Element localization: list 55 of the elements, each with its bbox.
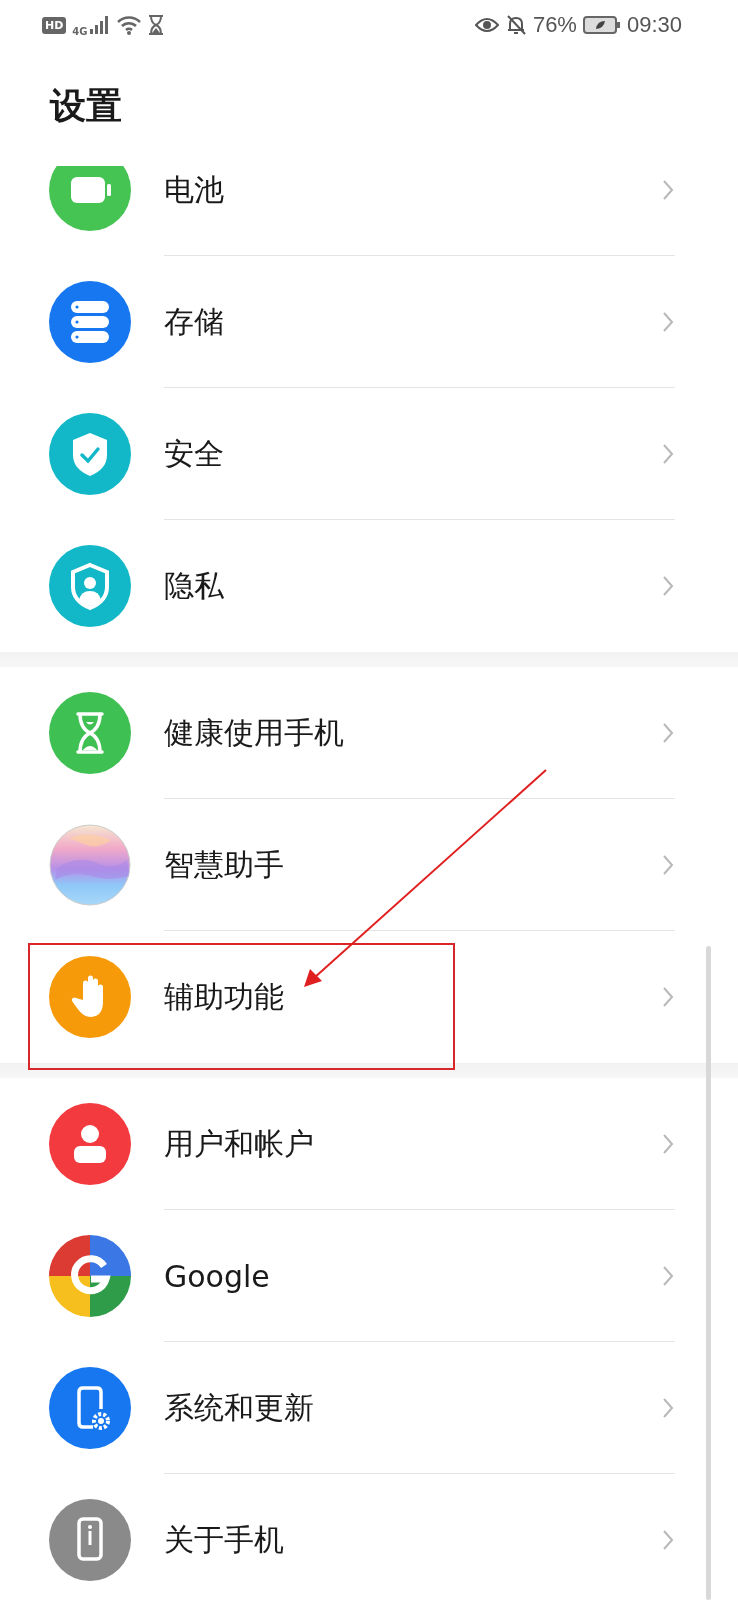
settings-item[interactable]: 智慧助手 (0, 799, 738, 931)
chevron-right-icon (662, 722, 674, 744)
battery-icon (49, 166, 131, 231)
bell-off-icon (504, 14, 527, 36)
settings-item[interactable]: 辅助功能 (0, 931, 738, 1063)
item-label: 隐私 (164, 566, 225, 605)
shield-check-icon (49, 413, 131, 495)
storage-icon (49, 281, 131, 363)
orb-icon (49, 824, 131, 906)
chevron-right-icon (662, 1265, 674, 1287)
hand-icon (49, 956, 131, 1038)
hourglass-icon (49, 692, 131, 774)
wifi-icon (115, 15, 142, 35)
item-label: 辅助功能 (164, 977, 285, 1016)
item-label: 关于手机 (164, 1520, 285, 1559)
settings-item[interactable]: Google (0, 1210, 738, 1342)
settings-item[interactable]: 安全 (0, 388, 738, 520)
settings-item[interactable]: 存储 (0, 256, 738, 388)
battery-percent: 76% (532, 12, 577, 38)
clock-time: 09:30 (626, 12, 682, 38)
network-type: 4G (72, 25, 88, 37)
item-label: 存储 (164, 302, 225, 341)
chevron-right-icon (662, 1529, 674, 1551)
settings-item[interactable]: 电池 (0, 166, 738, 256)
eye-icon (474, 17, 499, 33)
chevron-right-icon (662, 575, 674, 597)
item-label: 电池 (164, 170, 225, 209)
page-title: 设置 (48, 84, 123, 128)
hourglass-icon (147, 15, 164, 35)
phone-gear-icon (49, 1367, 131, 1449)
battery-icon (582, 15, 621, 35)
settings-item[interactable]: 关于手机 (0, 1474, 738, 1600)
person-icon (49, 1103, 131, 1185)
item-label: 用户和帐户 (164, 1124, 315, 1163)
chevron-right-icon (662, 986, 674, 1008)
chevron-right-icon (662, 179, 674, 201)
phone-info-icon (49, 1499, 131, 1581)
item-label: 系统和更新 (164, 1388, 315, 1427)
chevron-right-icon (662, 443, 674, 465)
settings-item[interactable]: 健康使用手机 (0, 667, 738, 799)
item-label: Google (164, 1258, 271, 1294)
shield-person-icon (49, 545, 131, 627)
chevron-right-icon (662, 854, 674, 876)
settings-item[interactable]: 系统和更新 (0, 1342, 738, 1474)
settings-item[interactable]: 隐私 (0, 520, 738, 652)
item-label: 健康使用手机 (164, 713, 345, 752)
signal-icon (89, 16, 110, 34)
chevron-right-icon (662, 311, 674, 333)
item-label: 安全 (164, 434, 225, 473)
g-logo-icon (49, 1235, 131, 1317)
chevron-right-icon (662, 1133, 674, 1155)
hd-badge: HD (42, 16, 67, 34)
settings-item[interactable]: 用户和帐户 (0, 1078, 738, 1210)
chevron-right-icon (662, 1397, 674, 1419)
item-label: 智慧助手 (164, 845, 285, 884)
